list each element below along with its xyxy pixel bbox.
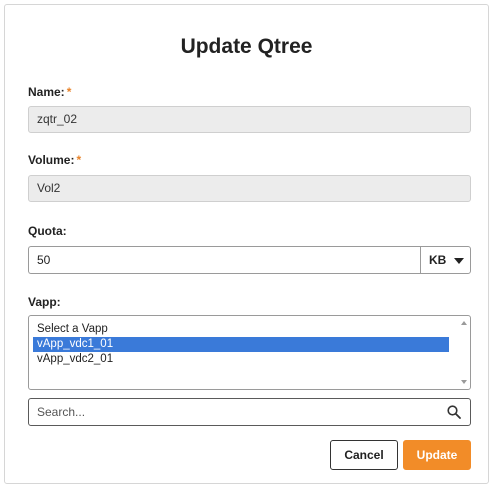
volume-label: Volume: * xyxy=(28,153,81,167)
cancel-button[interactable]: Cancel xyxy=(330,440,398,470)
scroll-down-arrow-icon[interactable] xyxy=(461,380,467,384)
vapp-option-selected[interactable]: vApp_vdc1_01 xyxy=(33,337,449,352)
quota-unit-value: KB xyxy=(429,253,447,267)
search-input[interactable] xyxy=(29,399,437,425)
listbox-scrollbar[interactable] xyxy=(458,316,470,389)
name-label: Name: * xyxy=(28,85,71,99)
update-qtree-dialog: Update Qtree Name: * zqtr_02 Volume: * Vol… xyxy=(4,4,489,484)
vapp-search-box[interactable] xyxy=(28,398,471,426)
vapp-option[interactable]: vApp_vdc2_01 xyxy=(35,352,449,367)
quota-label: Quota: xyxy=(28,224,67,238)
quota-unit-select[interactable]: KB xyxy=(420,246,471,274)
quota-input[interactable]: 50 xyxy=(28,246,421,274)
vapp-label: Vapp: xyxy=(28,295,61,309)
required-marker: * xyxy=(66,85,72,99)
name-field: zqtr_02 xyxy=(28,106,471,133)
update-button[interactable]: Update xyxy=(403,440,471,470)
vapp-option[interactable]: Select a Vapp xyxy=(35,322,449,337)
vapp-listbox[interactable]: Select a Vapp vApp_vdc1_01 vApp_vdc2_01 xyxy=(28,315,471,390)
volume-label-text: Volume: xyxy=(28,153,75,167)
name-label-text: Name: xyxy=(28,85,65,99)
search-icon[interactable] xyxy=(447,405,461,419)
dialog-title: Update Qtree xyxy=(180,35,313,58)
required-marker: * xyxy=(76,153,82,167)
scroll-up-arrow-icon[interactable] xyxy=(461,321,467,325)
caret-down-icon xyxy=(454,258,464,264)
volume-field: Vol2 xyxy=(28,175,471,202)
